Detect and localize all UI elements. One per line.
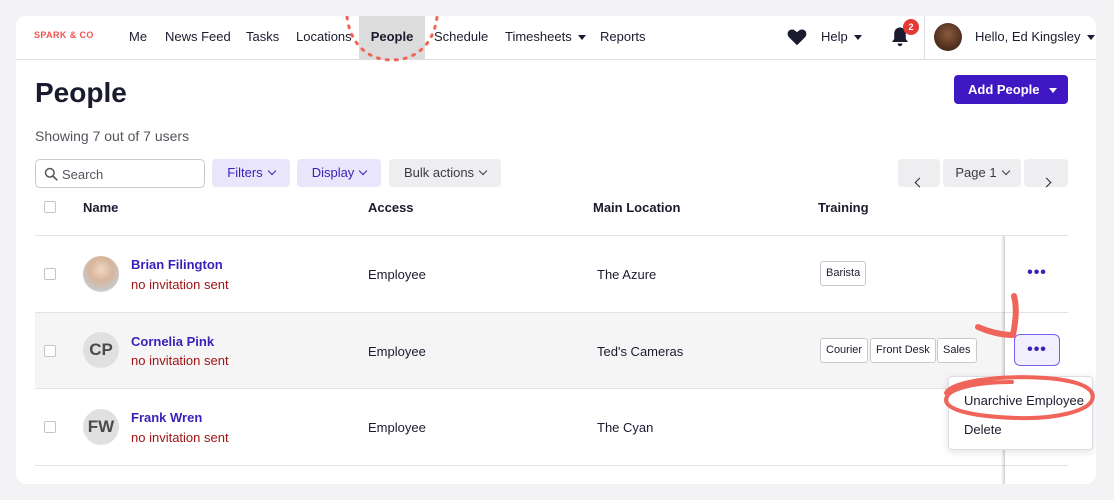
- page-title: People: [35, 77, 127, 108]
- brand-logo[interactable]: SPARK & CO: [34, 30, 94, 40]
- chevron-down-icon: [478, 166, 488, 176]
- display-button[interactable]: Display: [297, 159, 381, 187]
- add-people-button[interactable]: Add People: [954, 75, 1068, 104]
- row-actions-menu: Unarchive Employee Delete: [948, 376, 1093, 450]
- chevron-right-icon: [1041, 177, 1051, 188]
- bulk-actions-button[interactable]: Bulk actions: [389, 159, 501, 187]
- avatar: [83, 256, 119, 292]
- row-divider: [35, 388, 1068, 389]
- menu-item-delete[interactable]: Delete: [964, 422, 1002, 437]
- nav-item-locations[interactable]: Locations: [288, 16, 360, 59]
- prev-page-button[interactable]: [898, 159, 940, 188]
- add-people-label: Add People: [968, 82, 1040, 97]
- user-avatar[interactable]: [934, 23, 962, 51]
- row-checkbox[interactable]: [44, 345, 56, 357]
- location-cell: Ted's Cameras: [597, 344, 684, 359]
- invitation-status: no invitation sent: [131, 277, 229, 292]
- search-input[interactable]: [62, 164, 200, 184]
- nav-item-people[interactable]: People: [359, 16, 425, 59]
- row-divider: [35, 465, 1068, 466]
- chevron-down-icon: [1001, 166, 1010, 176]
- select-all-checkbox[interactable]: [44, 201, 56, 213]
- top-nav: SPARK & CO Me News Feed Tasks Locations …: [16, 16, 1096, 60]
- nav-item-timesheets-label: Timesheets: [505, 29, 572, 44]
- help-label: Help: [821, 29, 848, 44]
- user-menu[interactable]: Hello, Ed Kingsley: [975, 16, 1095, 58]
- help-menu[interactable]: Help: [821, 16, 862, 58]
- chevron-down-icon: [577, 35, 586, 41]
- person-name-link[interactable]: Frank Wren: [131, 410, 202, 425]
- bulk-actions-label: Bulk actions: [403, 165, 475, 180]
- training-tag: Barista: [820, 261, 867, 286]
- menu-item-unarchive-employee[interactable]: Unarchive Employee: [964, 393, 1084, 408]
- invitation-status: no invitation sent: [131, 430, 229, 445]
- person-name-link[interactable]: Cornelia Pink: [131, 334, 214, 349]
- column-header-access[interactable]: Access: [368, 200, 414, 215]
- row-actions-button[interactable]: •••: [1014, 258, 1060, 290]
- access-cell: Employee: [368, 344, 426, 359]
- chevron-down-icon: [1086, 35, 1095, 41]
- chevron-left-icon: [914, 177, 924, 188]
- app-window: SPARK & CO Me News Feed Tasks Locations …: [16, 16, 1096, 484]
- nav-item-reports[interactable]: Reports: [592, 16, 654, 59]
- column-header-training[interactable]: Training: [818, 200, 869, 215]
- page-select[interactable]: Page 1: [943, 159, 1021, 187]
- display-label: Display: [311, 165, 355, 180]
- nav-item-me[interactable]: Me: [121, 16, 155, 59]
- row-actions-button[interactable]: •••: [1014, 334, 1060, 366]
- row-checkbox[interactable]: [44, 421, 56, 433]
- search-box[interactable]: [35, 159, 205, 188]
- search-icon: [44, 167, 58, 181]
- avatar: FW: [83, 409, 119, 445]
- next-page-button[interactable]: [1024, 159, 1068, 188]
- location-cell: The Cyan: [597, 420, 654, 435]
- filters-button[interactable]: Filters: [212, 159, 290, 187]
- page-label: Page 1: [955, 165, 997, 180]
- filters-label: Filters: [227, 165, 263, 180]
- column-header-main-location[interactable]: Main Location: [593, 200, 680, 215]
- invitation-status: no invitation sent: [131, 353, 229, 368]
- training-tag: Sales: [937, 338, 977, 363]
- location-cell: The Azure: [597, 267, 657, 282]
- column-header-name[interactable]: Name: [83, 200, 118, 215]
- user-greeting: Hello, Ed Kingsley: [975, 29, 1081, 44]
- avatar: CP: [83, 332, 119, 368]
- user-count: Showing 7 out of 7 users: [35, 128, 190, 144]
- training-tag: Front Desk: [870, 338, 936, 363]
- training-tag: Courier: [820, 338, 869, 363]
- nav-item-timesheets[interactable]: Timesheets: [497, 16, 594, 59]
- chevron-down-icon: [1048, 88, 1057, 94]
- person-name-link[interactable]: Brian Filington: [131, 257, 223, 272]
- access-cell: Employee: [368, 420, 426, 435]
- chevron-down-icon: [853, 35, 862, 41]
- access-cell: Employee: [368, 267, 426, 282]
- nav-item-tasks[interactable]: Tasks: [238, 16, 287, 59]
- table-divider: [35, 235, 1068, 236]
- chevron-down-icon: [267, 166, 276, 176]
- nav-item-schedule[interactable]: Schedule: [426, 16, 496, 59]
- nav-divider: [924, 16, 925, 59]
- heart-icon[interactable]: [786, 26, 808, 48]
- notification-badge: 2: [903, 19, 919, 35]
- nav-item-news-feed[interactable]: News Feed: [157, 16, 239, 59]
- chevron-down-icon: [359, 166, 368, 176]
- row-checkbox[interactable]: [44, 268, 56, 280]
